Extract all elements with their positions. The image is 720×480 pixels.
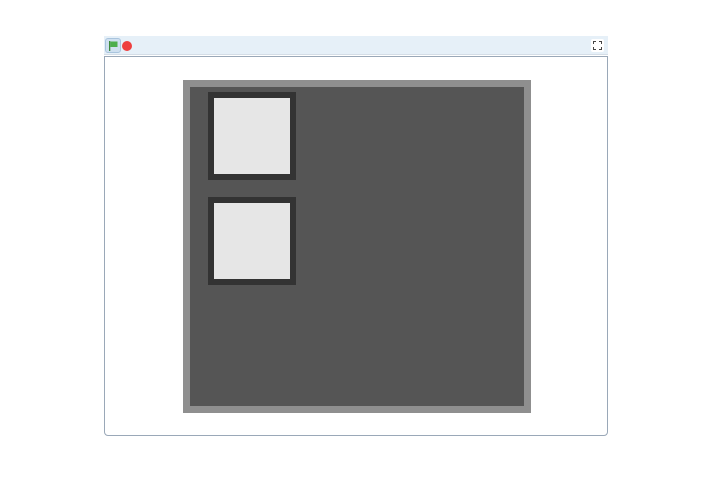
stop-button[interactable] bbox=[122, 41, 132, 51]
board-frame bbox=[183, 80, 531, 413]
green-flag-icon bbox=[109, 41, 118, 51]
fullscreen-button[interactable] bbox=[591, 39, 604, 52]
board bbox=[190, 87, 524, 406]
board-cell[interactable] bbox=[208, 197, 296, 285]
stage-canvas[interactable] bbox=[104, 56, 608, 436]
stage-window bbox=[104, 36, 608, 436]
board-cell[interactable] bbox=[208, 92, 296, 180]
board-cell-fill bbox=[214, 98, 290, 174]
fullscreen-icon bbox=[593, 41, 602, 50]
board-cell-fill bbox=[214, 203, 290, 279]
stage-toolbar bbox=[104, 36, 608, 55]
green-flag-button[interactable] bbox=[105, 38, 121, 53]
